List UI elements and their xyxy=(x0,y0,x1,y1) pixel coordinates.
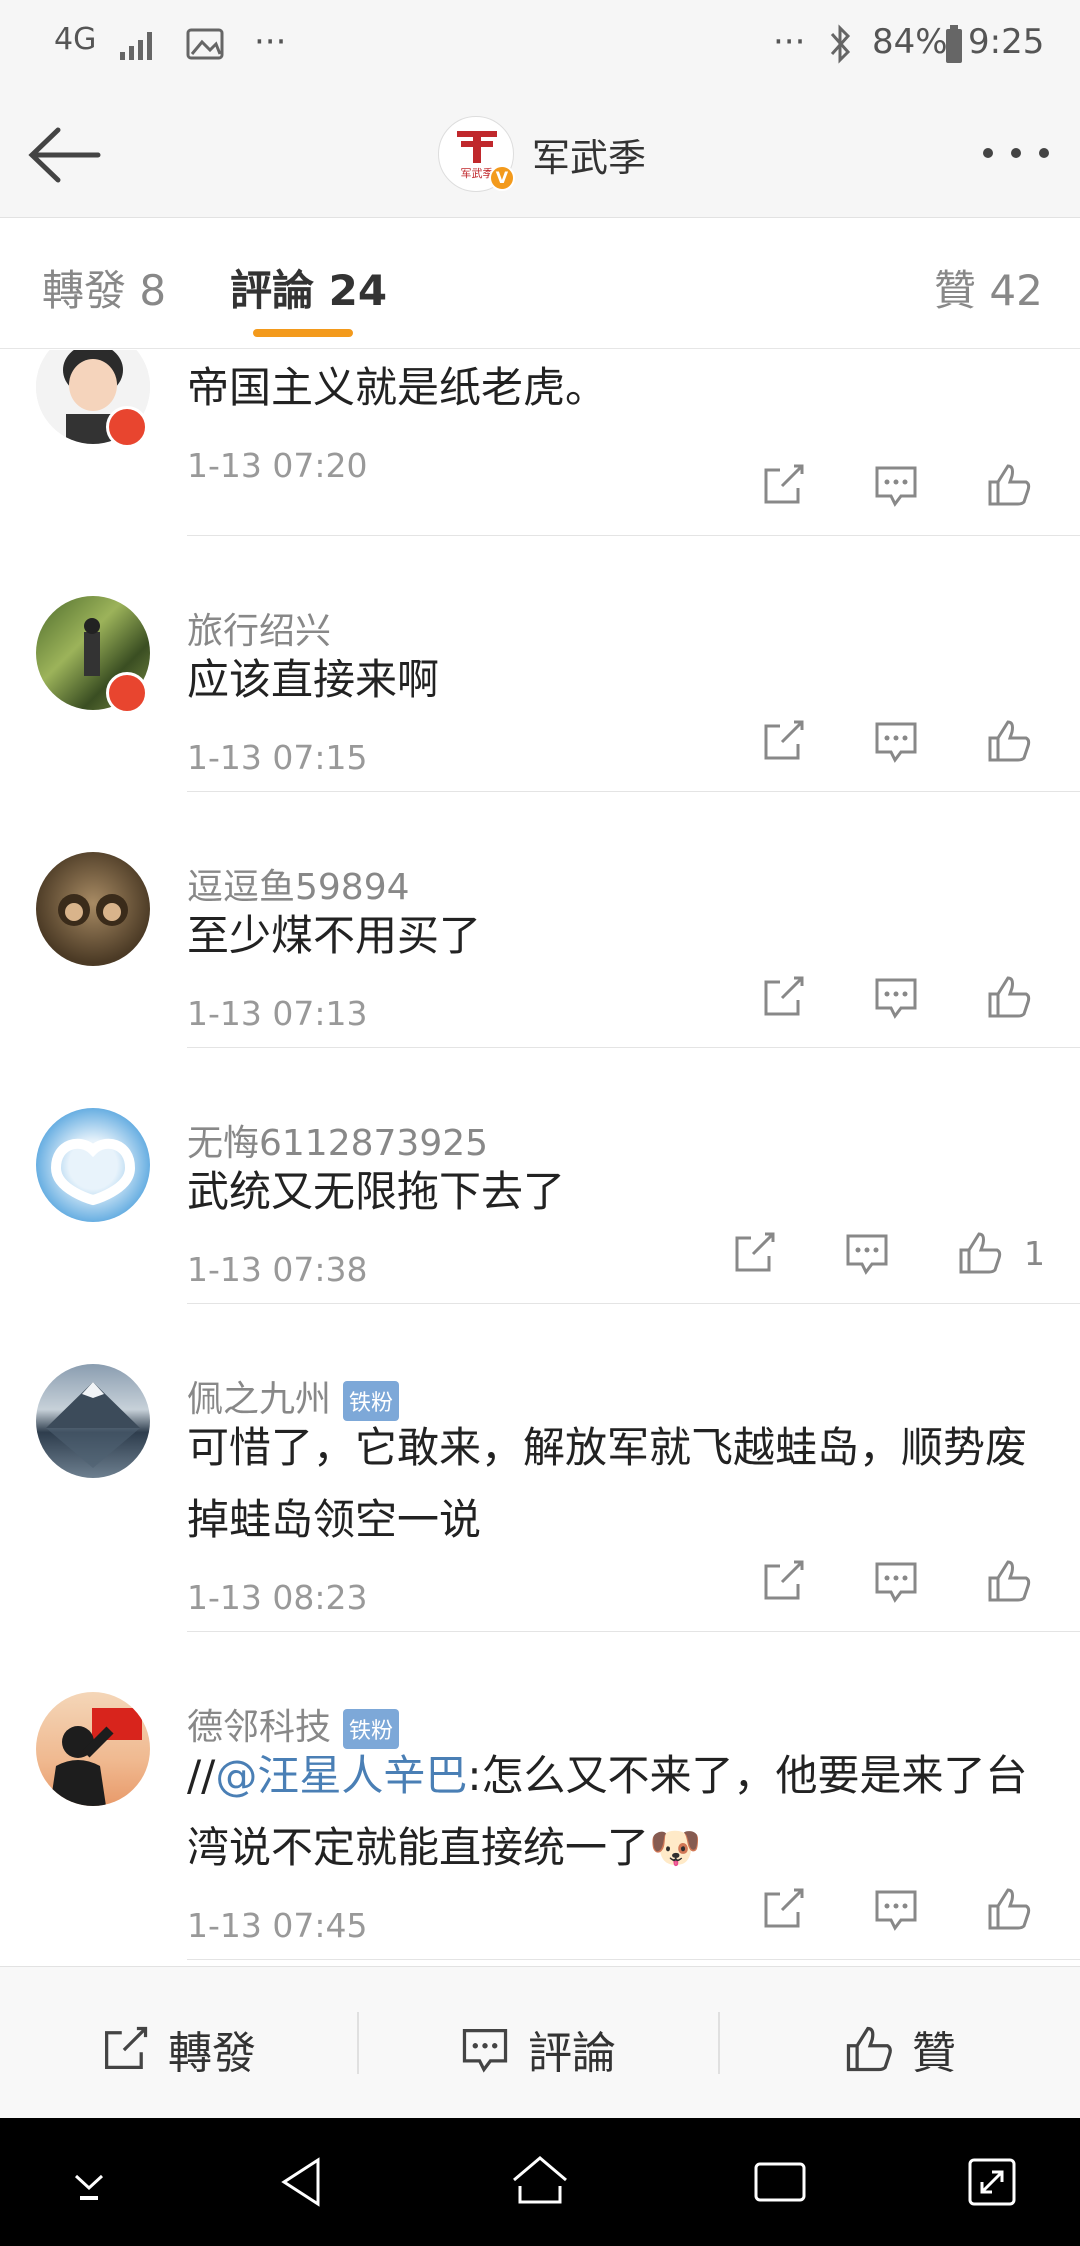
like-button[interactable]: 贊 xyxy=(842,2017,956,2081)
divider xyxy=(187,1303,1080,1304)
tab-active-indicator xyxy=(253,329,353,337)
clock: 9:25 xyxy=(968,22,1045,62)
repost-icon[interactable] xyxy=(758,460,808,510)
top-nav-bar: 军武季 V 军武季 xyxy=(0,90,1080,218)
comment-item: 佩之九州 铁粉 可惜了，它敢来，解放军就飞越蛙岛，顺势废掉蛙岛领空一说 1-13 … xyxy=(0,1354,1080,1682)
signal-icon xyxy=(120,32,152,60)
avatar[interactable] xyxy=(36,1108,150,1222)
avatar[interactable] xyxy=(36,1692,150,1806)
battery-icon xyxy=(946,25,962,63)
comment-text: 帝国主义就是纸老虎。 xyxy=(187,363,608,412)
comment-label: 評論 xyxy=(528,2028,616,2079)
comment-button[interactable]: 評論 xyxy=(458,2017,616,2081)
comment-text: 应该直接来啊 xyxy=(187,655,440,704)
like-count: 1 xyxy=(1024,1234,1045,1273)
recent-apps-icon[interactable] xyxy=(750,2152,810,2212)
verify-badge-icon xyxy=(106,406,148,448)
comment-icon[interactable] xyxy=(871,972,921,1022)
account-avatar[interactable]: 军武季 V xyxy=(438,116,515,192)
like-icon[interactable] xyxy=(984,1884,1034,1934)
salute-silhouette-icon xyxy=(50,1708,142,1806)
tab-likes[interactable]: 贊 42 xyxy=(934,257,1043,318)
comment-icon[interactable] xyxy=(871,460,921,510)
home-icon[interactable] xyxy=(508,2152,572,2212)
avatar[interactable] xyxy=(36,852,150,966)
comment-text: //@汪星人辛巴:怎么又不来了，他要是来了台湾说不定就能直接统一了🐶 xyxy=(187,1740,1047,1884)
status-more-dots: ··· xyxy=(254,22,287,62)
divider xyxy=(718,2012,720,2074)
like-icon[interactable] xyxy=(984,460,1034,510)
hide-keyboard-icon[interactable] xyxy=(62,2152,116,2212)
page-title: 军武季 xyxy=(532,135,647,180)
divider xyxy=(187,1047,1080,1048)
comment-time: 1-13 07:38 xyxy=(187,1250,368,1289)
divider xyxy=(357,2012,359,2074)
repost-label: 轉發 xyxy=(168,2028,256,2079)
comment-item: 无悔6112873925 武统又无限拖下去了 1-13 07:38 xyxy=(0,1098,1080,1354)
comment-time: 1-13 07:13 xyxy=(187,994,368,1033)
back-icon[interactable] xyxy=(272,2152,332,2212)
image-icon xyxy=(186,28,224,60)
more-dots-icon[interactable] xyxy=(976,138,1056,168)
divider xyxy=(187,1631,1080,1632)
comment-time: 1-13 07:15 xyxy=(187,738,368,777)
like-label: 贊 xyxy=(912,2028,956,2079)
battery-percent: 84% xyxy=(872,22,948,62)
back-arrow-icon[interactable] xyxy=(24,120,104,190)
comment-text: 武统又无限拖下去了 xyxy=(187,1167,566,1216)
mountain-photo-icon xyxy=(46,1382,140,1468)
comment-time: 1-13 07:45 xyxy=(187,1906,368,1945)
rotate-screen-icon[interactable] xyxy=(962,2152,1022,2212)
like-icon[interactable] xyxy=(984,716,1034,766)
nav-title-group[interactable]: 军武季 V 军武季 xyxy=(438,116,646,192)
comment-icon[interactable] xyxy=(871,1556,921,1606)
divider xyxy=(187,535,1080,536)
repost-button[interactable]: 轉發 xyxy=(98,2017,256,2081)
comment-icon[interactable] xyxy=(871,1884,921,1934)
like-icon[interactable] xyxy=(984,972,1034,1022)
repost-icon[interactable] xyxy=(758,716,808,766)
kids-photo-icon xyxy=(58,894,128,926)
comment-icon[interactable] xyxy=(842,1228,892,1278)
repost-icon[interactable] xyxy=(758,972,808,1022)
mention-link[interactable]: @汪星人辛巴 xyxy=(215,1751,467,1800)
comment-icon xyxy=(462,2029,508,2073)
avatar[interactable] xyxy=(36,1364,150,1478)
repost-icon[interactable] xyxy=(758,1884,808,1934)
cloud-heart-icon xyxy=(50,1138,136,1206)
tab-bar: 轉發 8 評論 24 贊 42 xyxy=(0,219,1080,349)
like-icon[interactable] xyxy=(984,1556,1034,1606)
divider xyxy=(187,791,1080,792)
comment-item: 逗逗鱼59894 至少煤不用买了 1-13 07:13 xyxy=(0,842,1080,1098)
repost-icon[interactable] xyxy=(729,1228,779,1278)
comment-icon[interactable] xyxy=(871,716,921,766)
status-bar: 4G ··· ··· 84% 9:25 xyxy=(0,0,1080,90)
comment-time: 1-13 08:23 xyxy=(187,1578,368,1617)
repost-icon xyxy=(105,2026,148,2069)
bluetooth-icon xyxy=(830,24,851,64)
repost-prefix: // xyxy=(187,1751,216,1800)
like-icon[interactable] xyxy=(955,1228,1005,1278)
system-nav-bar xyxy=(0,2118,1080,2246)
status-right-dots: ··· xyxy=(773,22,806,62)
tab-comments[interactable]: 評論 24 xyxy=(230,257,387,318)
divider xyxy=(187,1959,1080,1960)
comment-text: 至少煤不用买了 xyxy=(187,911,482,960)
verify-badge-icon xyxy=(106,672,148,714)
comment-time: 1-13 07:20 xyxy=(187,446,368,485)
network-indicator: 4G xyxy=(54,22,97,57)
bottom-action-bar: 轉發 評論 贊 xyxy=(0,1966,1080,2118)
comment-item: 旅行绍兴 应该直接来啊 1-13 07:15 xyxy=(0,586,1080,842)
verified-badge-icon: V xyxy=(489,165,515,191)
tab-repost[interactable]: 轉發 8 xyxy=(42,257,166,318)
doge-emoji-icon: 🐶 xyxy=(649,1823,702,1872)
comment-text: 可惜了，它敢来，解放军就飞越蛙岛，顺势废掉蛙岛领空一说 xyxy=(187,1423,1028,1544)
comment-list: 帝国主义就是纸老虎。 1-13 07:20 旅行绍兴 应该直接来啊 1-13 0… xyxy=(0,350,1080,1965)
like-icon xyxy=(846,2026,892,2072)
repost-icon[interactable] xyxy=(758,1556,808,1606)
